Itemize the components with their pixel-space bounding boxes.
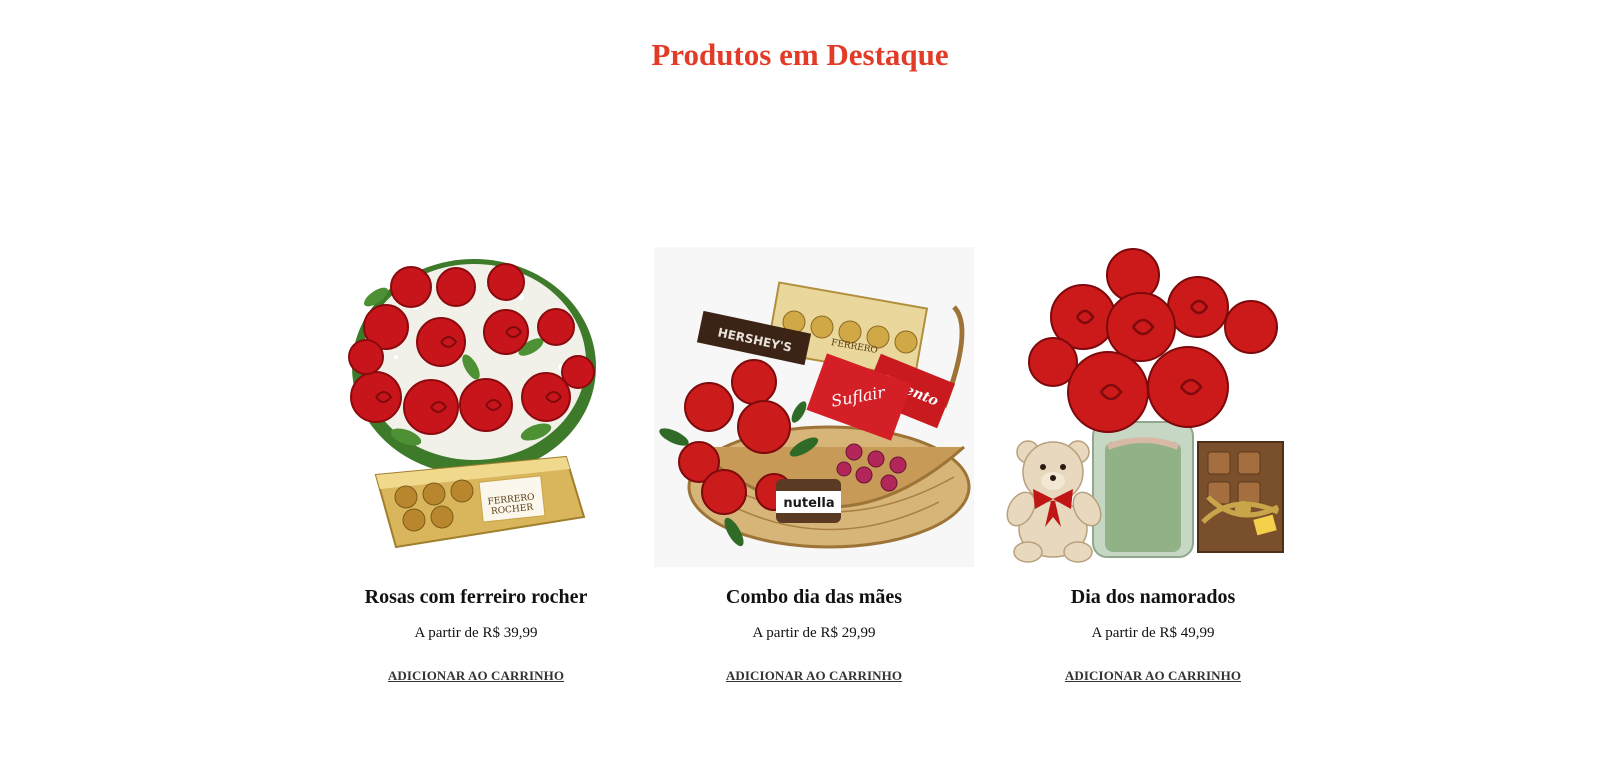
product-image-gift-basket[interactable]: FERRERO HERSHEY'S Talento Suflair nutell… — [654, 247, 974, 567]
product-card: FERRERO HERSHEY'S Talento Suflair nutell… — [649, 247, 979, 685]
product-name[interactable]: Rosas com ferreiro rocher — [311, 585, 641, 609]
section-title: Produtos em Destaque — [651, 37, 949, 72]
add-to-cart-button[interactable]: ADICIONAR AO CARRINHO — [726, 668, 902, 684]
product-card: FERRERO ROCHER Rosas com ferreiro rocher… — [311, 247, 641, 685]
nutella-label: nutella — [783, 496, 834, 511]
page: Produtos em Destaque FERRERO ROCHER Rosa… — [0, 0, 1600, 767]
product-list: FERRERO ROCHER Rosas com ferreiro rocher… — [0, 247, 1600, 707]
product-name[interactable]: Combo dia das mães — [649, 585, 979, 609]
product-card: Dia dos namorados A partir de R$ 49,99 A… — [988, 247, 1318, 685]
add-to-cart-button[interactable]: ADICIONAR AO CARRINHO — [388, 668, 564, 684]
product-price: A partir de R$ 29,99 — [752, 625, 876, 641]
product-image-roses-teddy[interactable] — [993, 247, 1313, 567]
product-name[interactable]: Dia dos namorados — [988, 585, 1318, 609]
product-price: A partir de R$ 49,99 — [1091, 625, 1215, 641]
product-image-roses-ferrero[interactable]: FERRERO ROCHER — [316, 247, 636, 567]
product-price: A partir de R$ 39,99 — [414, 625, 538, 641]
add-to-cart-button[interactable]: ADICIONAR AO CARRINHO — [1065, 668, 1241, 684]
